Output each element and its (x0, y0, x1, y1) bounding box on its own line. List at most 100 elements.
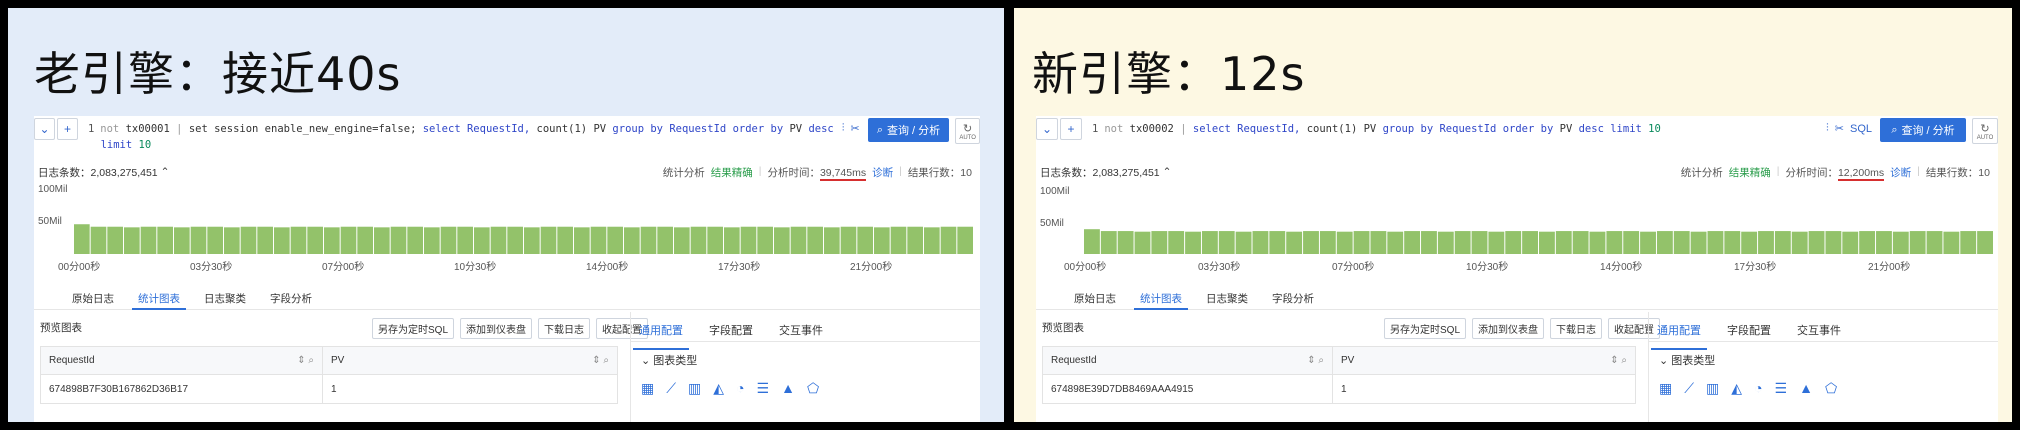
config-tab-0[interactable]: 通用配置 (1651, 322, 1707, 350)
config-tab-2[interactable]: 交互事件 (779, 322, 823, 341)
histogram-bar[interactable] (1387, 231, 1404, 254)
histogram-bar[interactable] (590, 226, 607, 254)
format-icon[interactable]: ⫶ (1826, 122, 1829, 135)
histogram-bar[interactable] (540, 226, 557, 254)
table-chart-icon[interactable]: ▦ (641, 380, 654, 397)
wand-icon[interactable]: ✂ (851, 122, 860, 135)
hbar-chart-icon[interactable]: ☰ (1775, 380, 1788, 397)
tab-3[interactable]: 字段分析 (258, 288, 324, 309)
histogram-bar[interactable] (574, 227, 590, 254)
histogram-bar[interactable] (157, 226, 173, 254)
table-chart-icon[interactable]: ▦ (1659, 380, 1672, 397)
histogram-bar[interactable] (324, 227, 340, 254)
histogram-bar[interactable] (1656, 231, 1673, 254)
histogram-bar[interactable] (1134, 231, 1151, 254)
histogram-bar[interactable] (424, 227, 440, 254)
histogram-bar[interactable] (774, 227, 790, 254)
histogram-bar[interactable] (207, 226, 223, 254)
histogram-bar[interactable] (1673, 231, 1690, 254)
histogram-bar[interactable] (190, 226, 207, 254)
header-requestid[interactable]: RequestId ⇕ ⌕ (1043, 347, 1333, 374)
action-button-2[interactable]: 下载日志 (538, 318, 591, 339)
histogram-bar[interactable] (1286, 231, 1303, 254)
action-button-0[interactable]: 另存为定时SQL (372, 318, 455, 339)
chevron-up-icon[interactable]: ⌃ (1160, 166, 1172, 178)
histogram-bar[interactable] (1235, 231, 1252, 254)
histogram-bar[interactable] (474, 227, 490, 254)
histogram-bar[interactable] (1437, 231, 1454, 254)
tab-1[interactable]: 统计图表 (126, 288, 192, 310)
histogram-bar[interactable] (1218, 231, 1235, 254)
histogram-bar[interactable] (907, 226, 923, 254)
area-chart-icon[interactable]: ◭ (1731, 380, 1742, 397)
histogram-bar[interactable] (507, 226, 523, 254)
histogram-bar[interactable] (740, 226, 757, 254)
histogram-bar[interactable] (1555, 231, 1572, 254)
flow-chart-icon[interactable]: ▲ (781, 380, 795, 397)
histogram-bar[interactable] (1926, 231, 1943, 254)
histogram-bar[interactable] (1303, 231, 1319, 254)
histogram-bar[interactable] (824, 227, 840, 254)
histogram-bar[interactable] (1724, 231, 1741, 254)
sort-search-icon[interactable]: ⇕ ⌕ (297, 355, 314, 366)
histogram-bar[interactable] (374, 227, 390, 254)
histogram-bar[interactable] (390, 226, 407, 254)
histogram-bar[interactable] (1168, 231, 1185, 254)
histogram-bar[interactable] (1842, 231, 1859, 254)
histogram-bar[interactable] (607, 226, 623, 254)
histogram-bar[interactable] (490, 226, 507, 254)
tab-0[interactable]: 原始日志 (1062, 288, 1128, 309)
histogram-bar[interactable] (1876, 231, 1892, 254)
histogram-bar[interactable] (1488, 231, 1505, 254)
histogram-bar[interactable] (1100, 231, 1117, 254)
diagnose-link[interactable]: 诊断 (1890, 165, 1911, 180)
map-chart-icon[interactable]: ⬠ (1825, 380, 1837, 397)
histogram-bar[interactable] (874, 227, 890, 254)
histogram-bar[interactable] (1690, 231, 1707, 254)
histogram-bar[interactable] (957, 226, 973, 254)
histogram-bar[interactable] (1336, 231, 1353, 254)
histogram-bar[interactable] (1252, 231, 1269, 254)
chevron-down-icon[interactable]: ⌄ (34, 118, 55, 140)
config-tab-0[interactable]: 通用配置 (633, 322, 689, 350)
flow-chart-icon[interactable]: ▲ (1799, 380, 1813, 397)
histogram-bar[interactable] (807, 226, 823, 254)
histogram-bar[interactable] (440, 226, 457, 254)
config-tab-2[interactable]: 交互事件 (1797, 322, 1841, 341)
histogram-bar[interactable] (707, 226, 723, 254)
histogram-bar[interactable] (1522, 231, 1538, 254)
config-tab-1[interactable]: 字段配置 (709, 322, 753, 341)
line-chart-icon[interactable]: ⟋ (1684, 380, 1694, 397)
histogram-bar[interactable] (557, 226, 573, 254)
action-button-1[interactable]: 添加到仪表盘 (460, 318, 533, 339)
action-button-2[interactable]: 下载日志 (1550, 318, 1603, 339)
histogram-bar[interactable] (1791, 231, 1808, 254)
line-chart-icon[interactable]: ⟋ (666, 380, 676, 397)
histogram-bar[interactable] (1201, 231, 1218, 254)
chevron-up-icon[interactable]: ⌃ (158, 166, 170, 178)
bar-chart-icon[interactable]: ▥ (1706, 380, 1719, 397)
histogram-bar[interactable] (1741, 231, 1758, 254)
histogram-bar[interactable] (1471, 231, 1488, 254)
sort-search-icon[interactable]: ⇕ ⌕ (592, 355, 609, 366)
header-requestid[interactable]: RequestId ⇕ ⌕ (41, 347, 323, 374)
histogram-bar[interactable] (90, 226, 107, 254)
histogram-bar[interactable] (240, 226, 257, 254)
plus-icon[interactable]: + (56, 118, 78, 140)
histogram-bar[interactable] (1859, 231, 1876, 254)
histogram-bar[interactable] (1808, 231, 1825, 254)
histogram-bar[interactable] (1909, 231, 1926, 254)
histogram-bar[interactable] (657, 226, 673, 254)
histogram-bar[interactable] (1707, 231, 1724, 254)
histogram-bar[interactable] (790, 226, 807, 254)
tab-2[interactable]: 日志聚类 (1194, 288, 1260, 309)
histogram-bar[interactable] (1606, 231, 1623, 254)
histogram-bar[interactable] (407, 226, 423, 254)
gauge-chart-icon[interactable]: ◔ (736, 380, 744, 397)
histogram-bar[interactable] (307, 226, 323, 254)
histogram-bar[interactable] (1640, 231, 1656, 254)
histogram-bar[interactable] (1084, 229, 1100, 254)
histogram-bar[interactable] (1623, 231, 1640, 254)
histogram-bar[interactable] (1269, 231, 1286, 254)
histogram-bar[interactable] (1539, 231, 1555, 254)
